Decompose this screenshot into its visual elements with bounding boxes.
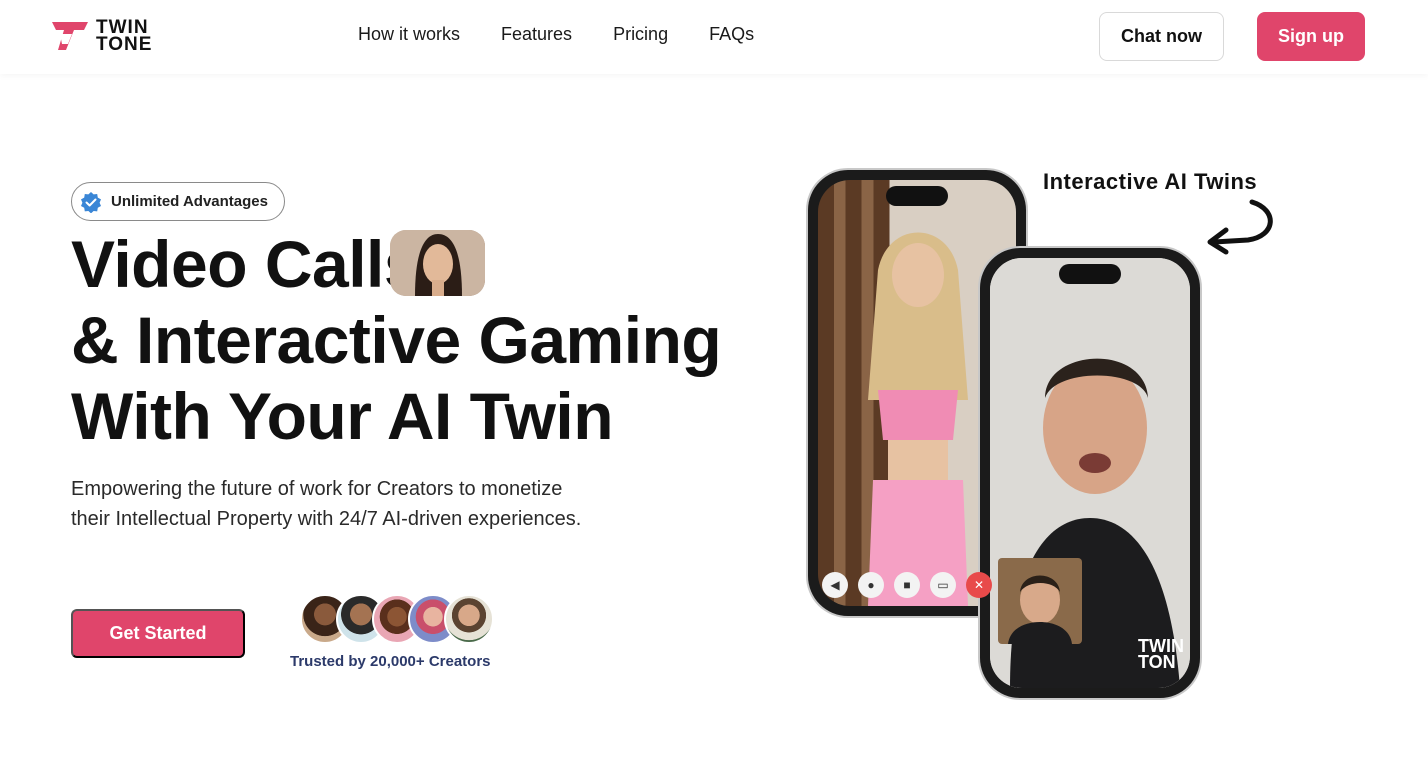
twintone-watermark: TWIN TON (1138, 637, 1184, 672)
creator-avatars (300, 594, 494, 644)
screen-icon[interactable]: ▭ (930, 572, 956, 598)
trusted-text: Trusted by 20,000+ Creators (290, 653, 491, 670)
creator-thumbnail (390, 230, 485, 296)
phone-screen: TWIN TON (990, 258, 1190, 688)
watermark-line-2: TON (1138, 652, 1176, 672)
sign-up-button[interactable]: Sign up (1257, 12, 1365, 61)
logo-text: TWIN TONE (96, 18, 153, 55)
nav-features[interactable]: Features (501, 24, 572, 45)
logo[interactable]: TWIN TONE (50, 16, 170, 56)
nav-pricing[interactable]: Pricing (613, 24, 668, 45)
phone-notch (1059, 264, 1121, 284)
subtitle-line-2: their Intellectual Property with 24/7 AI… (71, 508, 582, 530)
end-call-icon[interactable]: ✕ (966, 572, 992, 598)
headline-line-2: & Interactive Gaming (71, 303, 722, 377)
call-controls: ◀ ● ■ ▭ ✕ (822, 572, 992, 598)
speaker-icon[interactable]: ◀ (822, 572, 848, 598)
avatar (444, 594, 494, 644)
logo-line-2: TONE (96, 34, 153, 55)
chat-now-button[interactable]: Chat now (1099, 12, 1224, 61)
self-view-pip (998, 558, 1082, 644)
verified-check-icon (81, 191, 101, 213)
logo-mark-icon (52, 22, 88, 50)
badge-label: Unlimited Advantages (111, 193, 268, 210)
curved-arrow-icon (1207, 199, 1273, 255)
site-header: TWIN TONE How it works Features Pricing … (0, 0, 1428, 74)
advantages-badge: Unlimited Advantages (71, 182, 285, 221)
camera-icon[interactable]: ■ (894, 572, 920, 598)
headline-line-3: With Your AI Twin (71, 379, 614, 453)
visual-caption: Interactive AI Twins (1043, 169, 1258, 194)
nav-how-it-works[interactable]: How it works (358, 24, 460, 45)
phone-notch (886, 186, 948, 206)
nav-faqs[interactable]: FAQs (709, 24, 754, 45)
hero-subtitle: Empowering the future of work for Creato… (71, 474, 591, 534)
main-nav: How it works Features Pricing FAQs (358, 24, 754, 45)
subtitle-line-1: Empowering the future of work for Creato… (71, 478, 563, 500)
phone-mockup-right: TWIN TON (980, 248, 1200, 698)
headline-line-1: Video Calls (71, 227, 421, 301)
mic-icon[interactable]: ● (858, 572, 884, 598)
get-started-button[interactable]: Get Started (71, 609, 245, 658)
